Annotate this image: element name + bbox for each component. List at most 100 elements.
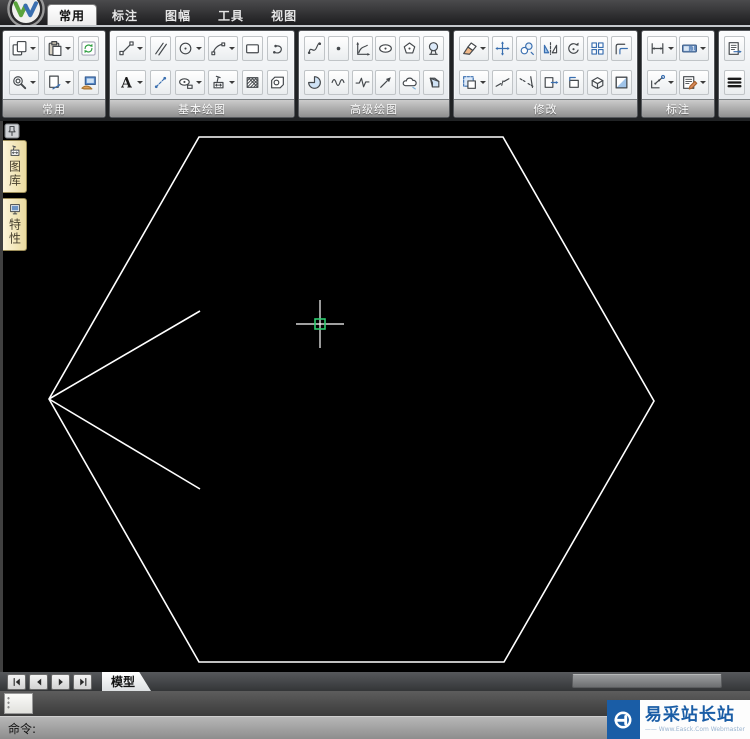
- copy-objects-button[interactable]: [515, 35, 537, 61]
- zoom-button[interactable]: [9, 69, 40, 95]
- dropdown-caret-icon[interactable]: [64, 81, 71, 87]
- sidebar-tab-图库[interactable]: 图库: [3, 140, 27, 193]
- text-button[interactable]: A: [115, 69, 146, 95]
- watermark-title: 易采站长站: [644, 705, 735, 726]
- canvas-background: [30, 121, 750, 672]
- dropdown-caret-icon[interactable]: [136, 81, 143, 87]
- chamfer-button[interactable]: [563, 69, 585, 95]
- watermark: 易采站长站 —— Www.Easck.Com Webmaster: [606, 700, 750, 739]
- coordinate-dim-icon: [650, 74, 665, 88]
- sector-icon: [307, 75, 321, 89]
- scale-button[interactable]: [458, 69, 489, 95]
- boundary-button[interactable]: [267, 69, 289, 95]
- mirror-icon: [543, 41, 557, 55]
- coordinate-dim-button[interactable]: [646, 69, 677, 95]
- text-edit-button[interactable]: [679, 69, 710, 95]
- copy-icon: [12, 40, 27, 55]
- arrow-button[interactable]: [375, 69, 397, 95]
- cloud-button[interactable]: [399, 69, 421, 95]
- nav-last-button[interactable]: [73, 673, 92, 690]
- model-tab[interactable]: 模型: [102, 672, 152, 691]
- array-button[interactable]: [587, 35, 609, 61]
- dropdown-caret-icon[interactable]: [667, 47, 674, 53]
- balloon-button[interactable]: [423, 35, 445, 61]
- app-logo-button[interactable]: [7, 0, 45, 28]
- dropdown-caret-icon[interactable]: [195, 81, 202, 87]
- circle-button[interactable]: [174, 35, 205, 61]
- paste-button[interactable]: [43, 35, 74, 61]
- ordinate-dim-button[interactable]: .1: [679, 35, 710, 61]
- move-button[interactable]: [491, 35, 513, 61]
- pin-icon[interactable]: [4, 123, 20, 139]
- dropdown-caret-icon[interactable]: [229, 47, 236, 53]
- wipeout-icon: [178, 77, 193, 89]
- easck-logo-icon: [606, 700, 640, 739]
- sidebar-tab-特性[interactable]: 特性: [3, 198, 27, 251]
- menu-tab-图幅[interactable]: 图幅: [154, 5, 202, 25]
- erase-button[interactable]: [458, 35, 489, 61]
- command-window-grip[interactable]: [4, 693, 33, 714]
- dimension-style-button[interactable]: [208, 69, 239, 95]
- drawing-canvas[interactable]: [30, 121, 750, 672]
- menu-tab-常用[interactable]: 常用: [48, 5, 97, 25]
- dropdown-caret-icon[interactable]: [136, 47, 143, 53]
- solid-button[interactable]: [423, 69, 445, 95]
- pan-button[interactable]: [43, 69, 74, 95]
- menu-tab-工具[interactable]: 工具: [207, 5, 255, 25]
- app-logo-icon[interactable]: [7, 0, 45, 28]
- dropdown-caret-icon[interactable]: [30, 47, 37, 53]
- divide-button[interactable]: [149, 69, 171, 95]
- parallel-button[interactable]: [149, 35, 171, 61]
- extend-button[interactable]: [515, 69, 537, 95]
- dropdown-caret-icon[interactable]: [479, 81, 486, 87]
- polyline-button[interactable]: [267, 35, 289, 61]
- dropdown-caret-icon[interactable]: [479, 47, 486, 53]
- rectangle-button[interactable]: [242, 35, 264, 61]
- fill-button[interactable]: [611, 69, 633, 95]
- nav-first-button[interactable]: [7, 673, 26, 690]
- menu-button[interactable]: [724, 69, 745, 95]
- dropdown-caret-icon[interactable]: [229, 81, 236, 87]
- dropdown-caret-icon[interactable]: [30, 81, 37, 87]
- linear-dim-button[interactable]: [646, 35, 677, 61]
- menu-tab-视图[interactable]: 视图: [260, 5, 308, 25]
- dropdown-caret-icon[interactable]: [667, 81, 674, 87]
- rotate-button[interactable]: [563, 35, 585, 61]
- rotate3d-button[interactable]: [587, 69, 609, 95]
- line-icon: [119, 40, 134, 55]
- point-button[interactable]: [327, 35, 349, 61]
- menu-tab-标注[interactable]: 标注: [101, 5, 149, 25]
- polygon-button[interactable]: [399, 35, 421, 61]
- export-button[interactable]: [724, 35, 745, 61]
- zigzag-button[interactable]: [351, 69, 373, 95]
- dropdown-caret-icon[interactable]: [64, 47, 71, 53]
- offset-button[interactable]: [611, 35, 633, 61]
- stretch-button[interactable]: [539, 69, 561, 95]
- redraw-button[interactable]: [77, 69, 99, 95]
- mirror-button[interactable]: [539, 35, 561, 61]
- horizontal-scrollbar-thumb[interactable]: [572, 674, 722, 688]
- dropdown-caret-icon[interactable]: [195, 47, 202, 53]
- dropdown-caret-icon[interactable]: [700, 47, 707, 53]
- copy-button[interactable]: [9, 35, 40, 61]
- refresh-button[interactable]: [77, 35, 99, 61]
- break-button[interactable]: [491, 69, 513, 95]
- menubar: 常用 标注 图幅 工具 视图: [0, 0, 750, 28]
- panel-label: 修改: [454, 99, 637, 117]
- line-button[interactable]: [115, 35, 146, 61]
- hatch-icon: [246, 76, 259, 88]
- nav-next-button[interactable]: [51, 673, 70, 690]
- dropdown-caret-icon[interactable]: [700, 81, 707, 87]
- text-icon: A: [120, 75, 132, 91]
- menu-tabs: 常用 标注 图幅 工具 视图: [48, 5, 308, 25]
- sector-button[interactable]: [303, 69, 325, 95]
- wipeout-button[interactable]: [174, 69, 205, 95]
- hatch-button[interactable]: [242, 69, 264, 95]
- function-button[interactable]: [351, 35, 373, 61]
- pin-icon[interactable]: [4, 123, 20, 139]
- ellipse-button[interactable]: [375, 35, 397, 61]
- nav-prev-button[interactable]: [29, 673, 48, 690]
- arc-button[interactable]: [208, 35, 239, 61]
- spline-button[interactable]: [303, 35, 325, 61]
- wave-button[interactable]: [327, 69, 349, 95]
